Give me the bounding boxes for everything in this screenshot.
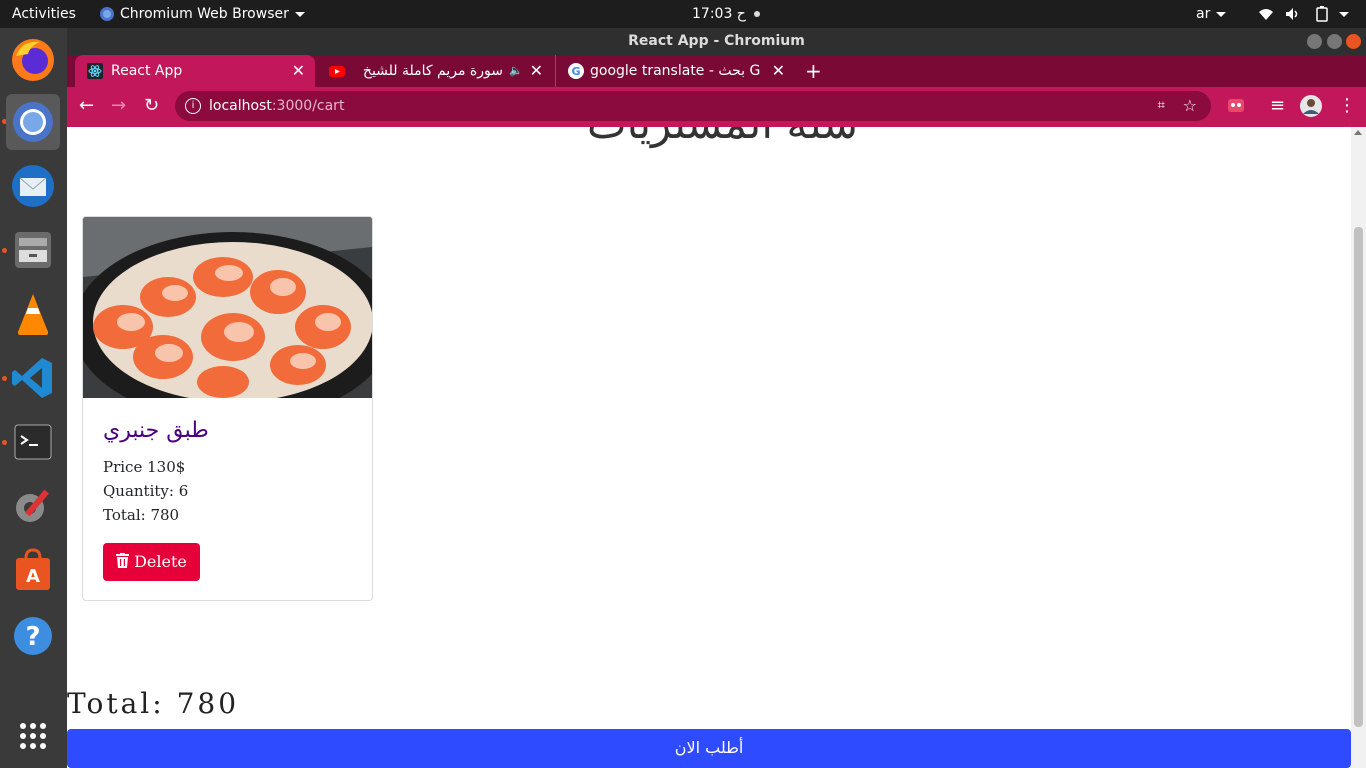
- clock[interactable]: 17:03 ح: [692, 0, 761, 28]
- maximize-button[interactable]: [1327, 34, 1342, 49]
- notification-dot-icon: [754, 11, 761, 17]
- svg-text:G: G: [571, 65, 580, 78]
- close-tab-icon[interactable]: ✕: [772, 55, 785, 87]
- wifi-icon[interactable]: [1258, 0, 1274, 28]
- svg-text:?: ?: [25, 622, 40, 652]
- tab-youtube[interactable]: سورة مريم كاملة للشيخ 🔈 ✕: [317, 55, 553, 87]
- language-label: ar: [1196, 6, 1211, 22]
- thunderbird-icon[interactable]: [6, 158, 60, 214]
- audio-playing-icon[interactable]: 🔈: [509, 55, 523, 87]
- tab-label: React App: [111, 63, 183, 79]
- item-title: طبق جنبري: [103, 418, 209, 443]
- tab-react-app[interactable]: React App ✕: [75, 55, 315, 87]
- close-tab-icon[interactable]: ✕: [292, 55, 305, 87]
- media-controls-icon[interactable]: ≡: [1270, 95, 1285, 117]
- chevron-down-icon: [1339, 11, 1349, 17]
- vlc-icon[interactable]: [6, 286, 60, 342]
- chromium-icon[interactable]: [6, 94, 60, 150]
- page-scrollbar[interactable]: [1351, 127, 1366, 768]
- page-heading: سلة المشتريات: [587, 127, 858, 148]
- site-info-icon[interactable]: i: [185, 98, 201, 114]
- grand-total: Total: 780: [67, 687, 240, 720]
- svg-text:A: A: [26, 566, 40, 587]
- language-menu[interactable]: ar: [1196, 0, 1227, 28]
- chromium-icon: [100, 7, 114, 21]
- item-price: Price 130$: [103, 458, 186, 476]
- profile-avatar[interactable]: [1300, 95, 1322, 123]
- item-quantity: Quantity: 6: [103, 482, 189, 500]
- browser-toolbar: ← → ↻ i localhost:3000/cart ⌗ ☆ ≡ ⋮: [67, 87, 1366, 127]
- volume-icon[interactable]: [1285, 0, 1301, 28]
- tab-strip: React App ✕ سورة مريم كاملة للشيخ 🔈 ✕ G …: [67, 55, 1366, 87]
- url-host: localhost: [209, 98, 272, 114]
- system-top-bar: Activities Chromium Web Browser 17:03 ح …: [0, 0, 1366, 28]
- software-center-icon[interactable]: A: [6, 542, 60, 598]
- delete-button[interactable]: Delete: [103, 543, 200, 581]
- order-now-button[interactable]: أطلب الان: [67, 729, 1351, 768]
- page-content: سلة المشتريات: [67, 127, 1351, 768]
- browser-window: React App - Chromium React App ✕ سورة مر…: [67, 28, 1366, 768]
- new-tab-button[interactable]: +: [805, 55, 829, 87]
- battery-icon[interactable]: [1315, 0, 1329, 28]
- youtube-icon: [329, 66, 345, 77]
- chevron-down-icon: [1216, 11, 1227, 17]
- card-body: طبق جنبري Price 130$ Quantity: 6 Total: …: [83, 398, 372, 600]
- more-menu-icon[interactable]: ⋮: [1338, 95, 1356, 117]
- chevron-down-icon: [294, 11, 305, 17]
- terminal-icon[interactable]: [6, 414, 60, 470]
- minimize-button[interactable]: [1307, 34, 1322, 49]
- firefox-icon[interactable]: [6, 32, 60, 88]
- google-icon: G: [568, 63, 584, 79]
- close-window-button[interactable]: [1346, 34, 1361, 49]
- reload-icon[interactable]: ↻: [144, 95, 159, 117]
- system-menu[interactable]: [1333, 0, 1349, 28]
- window-titlebar: React App - Chromium: [67, 28, 1366, 55]
- item-total: Total: 780: [103, 506, 180, 524]
- react-icon: [87, 63, 103, 79]
- scroll-up-icon[interactable]: [1354, 130, 1362, 135]
- translate-icon[interactable]: ⌗: [1158, 91, 1165, 121]
- back-icon[interactable]: ←: [79, 95, 94, 117]
- vscode-icon[interactable]: [6, 350, 60, 406]
- trash-icon: [116, 553, 129, 568]
- window-title: React App - Chromium: [628, 33, 805, 49]
- activities-button[interactable]: Activities: [12, 0, 76, 28]
- dock: A ?: [0, 28, 67, 768]
- delete-label: Delete: [134, 552, 187, 571]
- cart-item-card: طبق جنبري Price 130$ Quantity: 6 Total: …: [82, 216, 373, 601]
- bookmark-star-icon[interactable]: ☆: [1183, 91, 1197, 121]
- url-path: :3000/cart: [271, 98, 345, 114]
- tab-label: google translate - بحث Go: [590, 63, 760, 79]
- extension-icon[interactable]: [1227, 96, 1245, 120]
- tab-google-translate[interactable]: G google translate - بحث Go ✕: [555, 55, 795, 87]
- files-icon[interactable]: [6, 222, 60, 278]
- app-menu[interactable]: Chromium Web Browser: [100, 0, 305, 28]
- settings-icon[interactable]: [6, 478, 60, 534]
- tab-label: سورة مريم كاملة للشيخ: [362, 63, 503, 79]
- address-bar[interactable]: i localhost:3000/cart ⌗ ☆: [175, 91, 1211, 121]
- show-apps-icon[interactable]: [6, 708, 60, 764]
- close-tab-icon[interactable]: ✕: [530, 55, 543, 87]
- forward-icon[interactable]: →: [111, 95, 126, 117]
- app-menu-label: Chromium Web Browser: [120, 6, 289, 22]
- clock-label: 17:03 ح: [692, 6, 746, 22]
- shrimp-dish-image: [83, 217, 372, 398]
- help-icon[interactable]: ?: [6, 606, 60, 662]
- scrollbar-thumb[interactable]: [1354, 227, 1363, 727]
